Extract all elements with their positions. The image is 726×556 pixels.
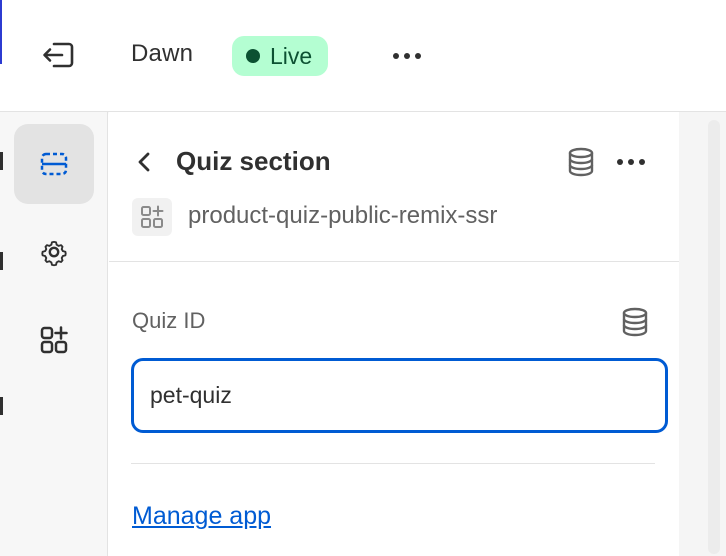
live-status-badge: Live — [232, 36, 329, 76]
connect-dynamic-source-button[interactable] — [619, 306, 651, 338]
app-block-icon — [132, 198, 172, 236]
top-bar: Dawn Live — [0, 0, 726, 112]
sidebar-item-apps[interactable] — [14, 300, 94, 380]
section-settings-panel: Quiz section product-quiz-public-remix-s… — [109, 112, 679, 556]
more-horizontal-icon — [393, 53, 399, 59]
apps-add-icon — [141, 205, 164, 228]
exit-button[interactable] — [34, 32, 82, 78]
divider — [131, 463, 655, 464]
theme-name: Dawn — [131, 40, 194, 67]
editor-sidebar — [0, 112, 108, 556]
live-status-label: Live — [270, 42, 313, 69]
chevron-left-icon — [138, 152, 150, 172]
section-more-actions-button[interactable] — [609, 142, 653, 182]
edge-marker — [0, 397, 3, 415]
database-icon — [568, 147, 594, 177]
divider — [109, 261, 679, 262]
sidebar-item-settings[interactable] — [14, 212, 94, 292]
window-edge — [0, 0, 2, 64]
layout-sections-icon — [40, 152, 68, 176]
theme-more-actions-button[interactable] — [383, 34, 431, 78]
edge-marker — [0, 152, 3, 170]
back-button[interactable] — [131, 148, 159, 176]
dynamic-source-button[interactable] — [565, 146, 597, 178]
section-title: Quiz section — [176, 146, 331, 176]
live-dot-icon — [246, 49, 260, 63]
app-block-name: product-quiz-public-remix-ssr — [188, 202, 498, 229]
manage-app-link[interactable]: Manage app — [132, 502, 271, 531]
more-horizontal-icon — [617, 159, 623, 165]
database-icon — [622, 307, 648, 337]
scrollbar[interactable] — [708, 120, 720, 554]
edge-marker — [0, 252, 3, 270]
quiz-id-label: Quiz ID — [132, 308, 206, 333]
sidebar-item-sections[interactable] — [14, 124, 94, 204]
exit-icon — [43, 42, 74, 68]
quiz-id-input[interactable] — [131, 358, 668, 433]
apps-add-icon — [40, 326, 68, 354]
gear-icon — [41, 240, 67, 267]
